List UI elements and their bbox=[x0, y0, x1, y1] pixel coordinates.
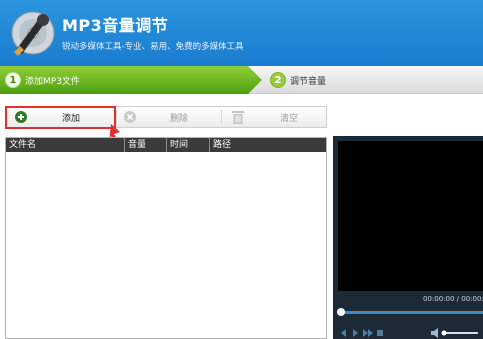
step-bar: 1 添加MP3文件 2 调节音量 bbox=[0, 66, 483, 94]
cd-music-logo-icon bbox=[11, 11, 55, 56]
volume-icon[interactable] bbox=[431, 328, 481, 338]
step-1-label: 添加MP3文件 bbox=[25, 77, 80, 87]
step-1-number: 1 bbox=[5, 72, 21, 88]
file-list-header: 文件名 音量 时间 路径 bbox=[6, 138, 326, 152]
video-preview bbox=[338, 141, 483, 291]
seek-handle[interactable] bbox=[337, 308, 345, 316]
column-path[interactable]: 路径 bbox=[209, 138, 326, 152]
delete-button-label: 删除 bbox=[170, 114, 189, 124]
step-2-number[interactable]: 2 bbox=[270, 72, 286, 88]
app-header: MP3音量调节 锐动多媒体工具-专业、易用、免费的多媒体工具 bbox=[0, 0, 483, 66]
trash-icon bbox=[232, 111, 244, 124]
preview-player: 00:00:00 / 00:00:0 bbox=[333, 136, 483, 339]
playback-controls[interactable] bbox=[341, 328, 385, 338]
step-2-label[interactable]: 调节音量 bbox=[290, 74, 326, 87]
step-1-tab[interactable]: 1 添加MP3文件 bbox=[0, 66, 262, 94]
column-volume[interactable]: 音量 bbox=[124, 138, 166, 152]
app-title: MP3音量调节 bbox=[62, 16, 169, 35]
clear-button[interactable]: 清空 bbox=[224, 107, 324, 127]
playback-timecode: 00:00:00 / 00:00:0 bbox=[423, 295, 483, 303]
clear-button-label: 清空 bbox=[280, 114, 299, 124]
add-button-highlight bbox=[5, 106, 116, 129]
app-subtitle: 锐动多媒体工具-专业、易用、免费的多媒体工具 bbox=[62, 42, 244, 52]
seek-bar[interactable] bbox=[339, 311, 483, 314]
column-filename[interactable]: 文件名 bbox=[6, 138, 124, 152]
file-list[interactable]: 文件名 音量 时间 路径 bbox=[5, 137, 327, 339]
column-time[interactable]: 时间 bbox=[166, 138, 209, 152]
toolbar-divider bbox=[221, 110, 222, 124]
